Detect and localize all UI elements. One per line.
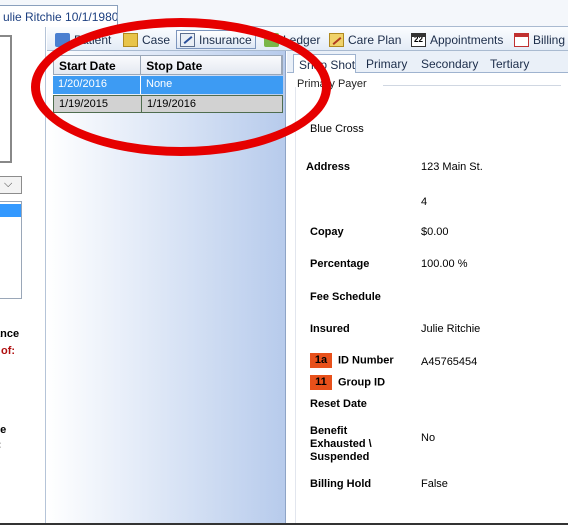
group-id-label: Group ID — [338, 376, 386, 389]
cell-stop-date: None — [146, 78, 173, 90]
cell-start-date: 1/19/2015 — [54, 96, 142, 112]
list-selected-item[interactable] — [0, 204, 21, 217]
insurance-icon — [180, 32, 195, 47]
id-number-row: 1a ID Number — [310, 353, 394, 368]
insured-value: Julie Ritchie — [421, 323, 481, 335]
section-title: Primary Payer — [297, 78, 367, 90]
appointments-icon: 22 — [411, 32, 426, 47]
patient-photo-box — [0, 35, 12, 163]
address-line1: 123 Main St. — [421, 161, 483, 173]
insurance-period-panel: Start Date Stop Date 1/20/2016 None 1/19… — [47, 51, 286, 523]
billing-hold-value: False — [421, 478, 448, 490]
address-line2: 4 — [421, 196, 428, 208]
percentage-label: Percentage — [310, 258, 370, 270]
benefit-value: No — [421, 432, 436, 444]
column-header-start-date[interactable]: Start Date — [54, 56, 142, 74]
left-side-panel: ⌵ ance of: ce t: — [0, 27, 46, 523]
left-label: t: — [0, 439, 1, 451]
billing-hold-label: Billing Hold — [310, 478, 372, 490]
table-row[interactable]: 1/19/2015 1/19/2016 — [53, 95, 283, 113]
ledger-icon — [264, 32, 279, 47]
tab-insurance[interactable]: Insurance — [176, 30, 256, 49]
tab-label: Patient — [74, 32, 112, 47]
patient-window-tab[interactable]: ulie Ritchie 10/1/1980 — [0, 5, 118, 28]
tab-billing[interactable]: Billing — [511, 30, 568, 49]
table-row[interactable]: 1/20/2016 None — [53, 76, 283, 94]
tab-tertiary[interactable]: Tertiary — [490, 54, 529, 73]
billing-icon — [514, 32, 529, 47]
copay-value: $0.00 — [421, 226, 449, 238]
id-number-label: ID Number — [338, 354, 394, 367]
id-number-value: A45765454 — [421, 356, 478, 368]
copay-label: Copay — [310, 226, 344, 238]
tab-label: Case — [142, 32, 171, 47]
detail-subtab-strip: Snap Shot Primary Secondary Tertiary — [287, 51, 568, 73]
left-label-alert: of: — [1, 345, 16, 357]
left-dropdown[interactable]: ⌵ — [0, 176, 22, 194]
cell-stop-date: 1/19/2016 — [147, 98, 196, 110]
cell-start-date: 1/20/2016 — [53, 76, 141, 94]
tab-label: Ledger — [283, 32, 321, 47]
group-id-row: 11 Group ID — [310, 375, 385, 390]
tab-snap-shot[interactable]: Snap Shot — [293, 54, 357, 73]
tab-ledger[interactable]: Ledger — [261, 30, 323, 49]
tab-care-plan[interactable]: Care Plan — [326, 30, 404, 49]
column-header-stop-date[interactable]: Stop Date — [141, 56, 282, 74]
benefit-label-line3: Suspended — [310, 451, 370, 463]
payer-name: Blue Cross — [310, 123, 364, 135]
left-list-box[interactable] — [0, 201, 22, 299]
tab-label: Insurance — [199, 32, 252, 47]
percentage-value: 100.00 % — [421, 258, 468, 270]
window-tab-strip: ulie Ritchie 10/1/1980 — [0, 0, 568, 28]
form-box-1a-badge: 1a — [310, 353, 332, 368]
tab-appointments[interactable]: 22 Appointments — [408, 30, 506, 49]
tab-label: Appointments — [430, 32, 504, 47]
tab-patient[interactable]: Patient — [52, 30, 114, 49]
left-label: ance — [0, 328, 20, 340]
form-box-11-badge: 11 — [310, 375, 332, 390]
care-plan-icon — [329, 32, 344, 47]
insurance-grid-header: Start Date Stop Date — [53, 55, 283, 75]
left-label: ce — [0, 424, 7, 436]
tab-label: Care Plan — [348, 32, 402, 47]
section-border — [295, 87, 296, 523]
chevron-down-icon: ⌵ — [4, 178, 13, 190]
patient-icon — [55, 32, 70, 47]
benefit-label-line2: Exhausted \ — [310, 438, 372, 450]
tab-primary[interactable]: Primary — [366, 54, 407, 73]
tab-secondary[interactable]: Secondary — [421, 54, 478, 73]
tab-label: Billing — [533, 32, 566, 47]
tab-case[interactable]: Case — [120, 30, 173, 49]
section-divider — [383, 85, 561, 86]
insurance-detail-panel: Snap Shot Primary Secondary Tertiary Pri… — [287, 51, 568, 523]
address-label: Address — [306, 161, 351, 173]
case-icon — [123, 32, 138, 47]
reset-date-label: Reset Date — [310, 398, 367, 410]
insured-label: Insured — [310, 323, 350, 335]
benefit-label-line1: Benefit — [310, 425, 348, 437]
fee-schedule-label: Fee Schedule — [310, 291, 381, 303]
patient-toolbar: Patient Case Insurance Ledger Care Plan … — [47, 27, 568, 51]
